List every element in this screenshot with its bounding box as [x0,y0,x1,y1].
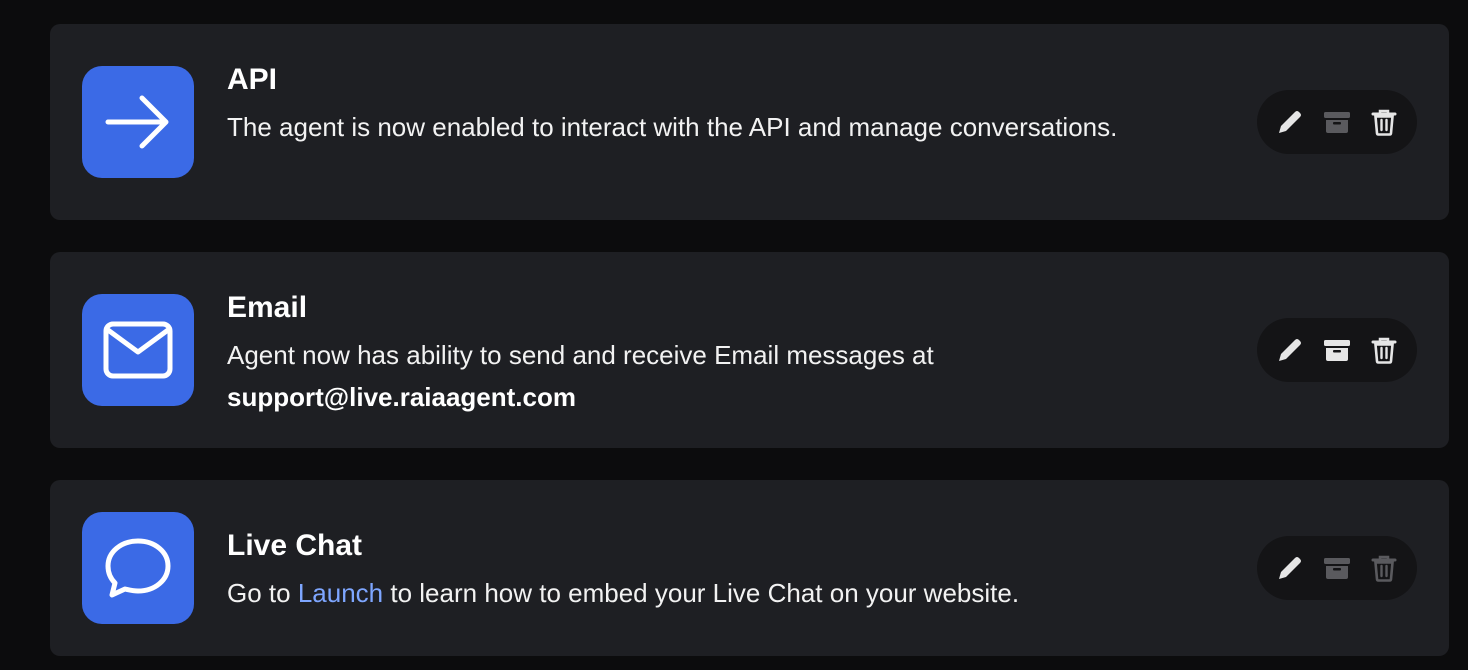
arrow-right-icon [105,95,169,149]
integration-description: Go to Launch to learn how to embed your … [227,572,1189,614]
integration-actions [1257,536,1417,600]
integration-title: API [227,63,278,96]
archive-icon [1324,558,1350,579]
description-prefix: Go to [227,578,291,608]
archive-button[interactable] [1317,102,1357,142]
integration-description: Agent now has ability to send and receiv… [227,334,1189,418]
integration-actions [1257,90,1417,154]
archive-button[interactable] [1317,548,1357,588]
integration-card-live-chat: Live Chat Go to Launch to learn how to e… [50,480,1449,656]
integration-content: Live Chat Go to Launch to learn how to e… [227,528,1189,614]
edit-button[interactable] [1270,548,1310,588]
delete-button[interactable] [1364,102,1404,142]
delete-button[interactable] [1364,330,1404,370]
edit-button[interactable] [1270,330,1310,370]
launch-link[interactable]: Launch [298,578,383,608]
integration-card-api: API The agent is now enabled to interact… [50,24,1449,220]
pencil-icon [1279,111,1301,133]
chat-bubble-icon [105,538,171,598]
integration-actions [1257,318,1417,382]
integration-description: The agent is now enabled to interact wit… [227,112,1118,142]
trash-icon [1371,555,1397,582]
trash-icon [1371,109,1397,136]
integrations-page: API The agent is now enabled to interact… [0,0,1468,670]
archive-button[interactable] [1317,330,1357,370]
api-icon-tile [82,66,194,178]
edit-button[interactable] [1270,102,1310,142]
pencil-icon [1279,339,1301,361]
description-suffix: to learn how to embed your Live Chat on … [390,578,1020,608]
envelope-icon [103,321,173,379]
integration-title: Live Chat [227,529,363,562]
email-address: support@live.raiaagent.com [227,382,576,412]
integration-content: Email Agent now has ability to send and … [227,290,1189,418]
description-text: Agent now has ability to send and receiv… [227,340,934,370]
integration-title: Email [227,291,308,324]
integration-content: API The agent is now enabled to interact… [227,62,1189,148]
email-icon-tile [82,294,194,406]
delete-button[interactable] [1364,548,1404,588]
integration-card-email: Email Agent now has ability to send and … [50,252,1449,448]
pencil-icon [1279,557,1301,579]
archive-icon [1324,112,1350,133]
live-chat-icon-tile [82,512,194,624]
trash-icon [1371,337,1397,364]
archive-icon [1324,340,1350,361]
